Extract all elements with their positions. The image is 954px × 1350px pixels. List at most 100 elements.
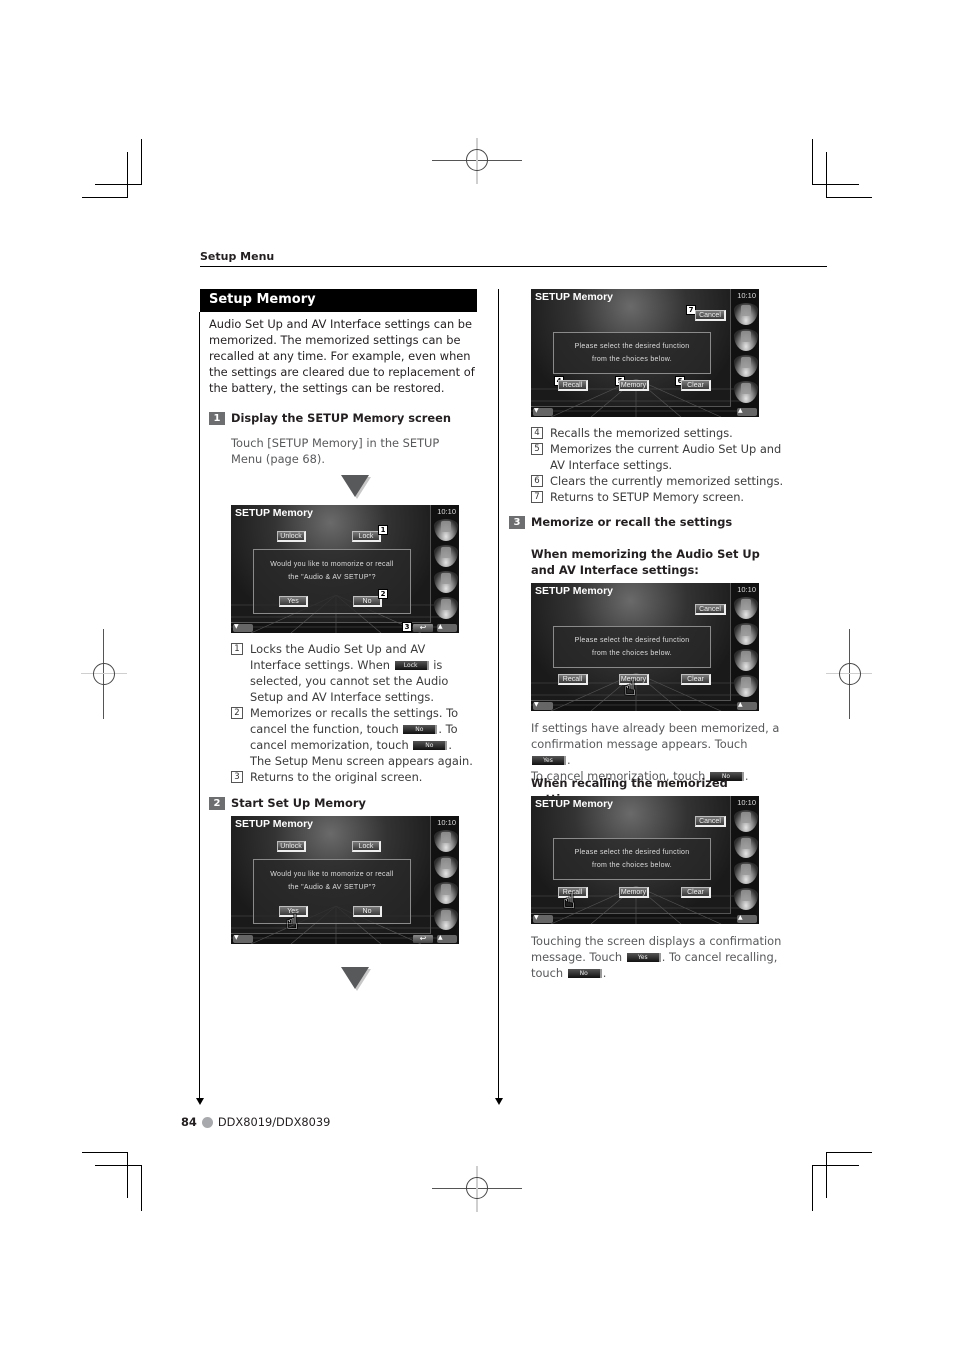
side-menu	[732, 808, 759, 912]
unlock-button[interactable]: Unlock	[277, 841, 306, 852]
list-item: 5 Memorizes the current Audio Set Up and …	[531, 441, 786, 473]
tools-icon[interactable]	[733, 381, 758, 403]
speaker-icon[interactable]	[733, 649, 758, 671]
dvd-disc-icon[interactable]	[433, 830, 458, 852]
callout-list-2: 4 Recalls the memorized settings. 5 Memori…	[531, 425, 786, 505]
dialog-message: Please select the desired function from …	[574, 637, 690, 657]
step-number: 1	[209, 411, 225, 425]
speaker-icon[interactable]	[433, 571, 458, 593]
lock-button[interactable]: Lock	[352, 841, 381, 852]
dvd-disc-icon[interactable]	[433, 519, 458, 541]
unlock-button[interactable]: Unlock	[277, 531, 306, 542]
confirm-dialog: Would you like to momorize or recall the…	[253, 859, 411, 924]
clear-button[interactable]: Clear	[681, 887, 711, 898]
dialog-message: Please select the desired function from …	[574, 849, 690, 869]
yes-button[interactable]: Yes	[279, 596, 308, 607]
scroll-up-button[interactable]	[437, 934, 457, 943]
clear-button[interactable]: Clear	[681, 674, 711, 685]
pointing-hand-icon: ☝	[286, 910, 299, 934]
dvd-disc-icon[interactable]	[733, 597, 758, 619]
scroll-up-button[interactable]	[737, 407, 757, 416]
return-button[interactable]: ↩	[413, 935, 433, 943]
info-dialog: Please select the desired function from …	[553, 626, 711, 668]
list-item: 4 Recalls the memorized settings.	[531, 425, 786, 441]
clear-button[interactable]: Clear	[681, 380, 711, 391]
recall-button[interactable]: Recall	[558, 380, 588, 391]
list-item: 1 Locks the Audio Set Up and AV Interfac…	[231, 641, 476, 705]
memory-button[interactable]: Memory	[619, 887, 649, 898]
tools-icon[interactable]	[433, 908, 458, 930]
yes-button-inline: Yes	[532, 756, 566, 765]
info-dialog: Please select the desired function from …	[553, 332, 711, 374]
tools-icon[interactable]	[733, 675, 758, 697]
screen-title: SETUP Memory	[535, 585, 613, 597]
scroll-down-button[interactable]	[533, 701, 553, 710]
dialog-message: Would you like to momorize or recall the…	[270, 561, 394, 581]
return-button[interactable]: ↩	[413, 624, 433, 632]
side-menu	[732, 301, 759, 405]
list-item: 7 Returns to SETUP Memory screen.	[531, 489, 786, 505]
step-number: 3	[509, 515, 525, 529]
clock: 10:10	[737, 798, 756, 807]
tv-icon[interactable]	[733, 329, 758, 351]
tools-icon[interactable]	[433, 597, 458, 619]
lock-button-inline: Lock	[394, 661, 429, 670]
screen-title: SETUP Memory	[535, 798, 613, 810]
tools-icon[interactable]	[733, 888, 758, 910]
model-name: DDX8019/DDX8039	[217, 1115, 331, 1129]
pointing-hand-icon: ☝	[563, 889, 576, 913]
memory-button[interactable]: Memory	[619, 380, 649, 391]
callout-3: 3	[402, 622, 412, 632]
speaker-icon[interactable]	[433, 882, 458, 904]
intro-text: Audio Set Up and AV Interface settings c…	[209, 317, 475, 395]
scroll-up-button[interactable]	[437, 623, 457, 632]
scroll-down-button[interactable]	[233, 623, 253, 632]
step-2: 2 Start Set Up Memory	[209, 796, 366, 810]
clock: 10:10	[437, 818, 456, 827]
speaker-icon[interactable]	[733, 862, 758, 884]
side-menu	[432, 828, 459, 932]
step-number: 2	[209, 796, 225, 810]
step-1-text: Touch [SETUP Memory] in the SETUP Menu (…	[231, 436, 440, 466]
tv-icon[interactable]	[733, 623, 758, 645]
scroll-down-button[interactable]	[533, 914, 553, 923]
dialog-message: Please select the desired function from …	[574, 343, 690, 363]
scroll-down-button[interactable]	[233, 934, 253, 943]
scroll-up-button[interactable]	[737, 701, 757, 710]
tv-icon[interactable]	[433, 545, 458, 567]
speaker-icon[interactable]	[733, 355, 758, 377]
screen-title: SETUP Memory	[235, 507, 313, 519]
down-arrow-icon	[341, 475, 369, 497]
bullet-dot-icon	[201, 1116, 213, 1128]
recall-button[interactable]: Recall	[558, 674, 588, 685]
no-button[interactable]: No	[353, 906, 382, 917]
no-button-inline: No	[403, 725, 438, 734]
device-screen-touch-yes: SETUP Memory 10:10 Unlock Lock Would you…	[231, 816, 459, 944]
list-item: 6 Clears the currently memorized settings…	[531, 473, 786, 489]
list-item: 3 Returns to the original screen.	[231, 769, 476, 785]
dvd-disc-icon[interactable]	[733, 810, 758, 832]
info-dialog: Please select the desired function from …	[553, 838, 711, 880]
scroll-down-button[interactable]	[533, 407, 553, 416]
callout-1: 1	[378, 525, 388, 535]
step-label: Display the SETUP Memory screen	[231, 411, 451, 425]
confirm-dialog: Would you like to momorize or recall the…	[253, 549, 411, 614]
callout-2: 2	[378, 589, 388, 599]
tv-icon[interactable]	[433, 856, 458, 878]
cancel-button[interactable]: Cancel	[695, 816, 726, 827]
clock: 10:10	[737, 291, 756, 300]
screen-title: SETUP Memory	[235, 818, 313, 830]
memorize-heading: When memorizing the Audio Set Up and AV …	[531, 547, 760, 577]
tv-icon[interactable]	[733, 836, 758, 858]
cancel-button[interactable]: Cancel	[695, 310, 726, 321]
scroll-up-button[interactable]	[737, 914, 757, 923]
no-button-inline: No	[567, 969, 602, 978]
device-screen-touch-recall: SETUP Memory 10:10 Cancel Please select …	[531, 796, 759, 924]
step-1: 1 Display the SETUP Memory screen	[209, 411, 451, 425]
dvd-disc-icon[interactable]	[733, 303, 758, 325]
list-item: 2 Memorizes or recalls the settings. To …	[231, 705, 476, 769]
page-title: Setup Memory	[200, 289, 477, 312]
lock-button[interactable]: Lock	[352, 531, 381, 542]
section-label: Setup Menu	[200, 250, 275, 263]
cancel-button[interactable]: Cancel	[695, 604, 726, 615]
